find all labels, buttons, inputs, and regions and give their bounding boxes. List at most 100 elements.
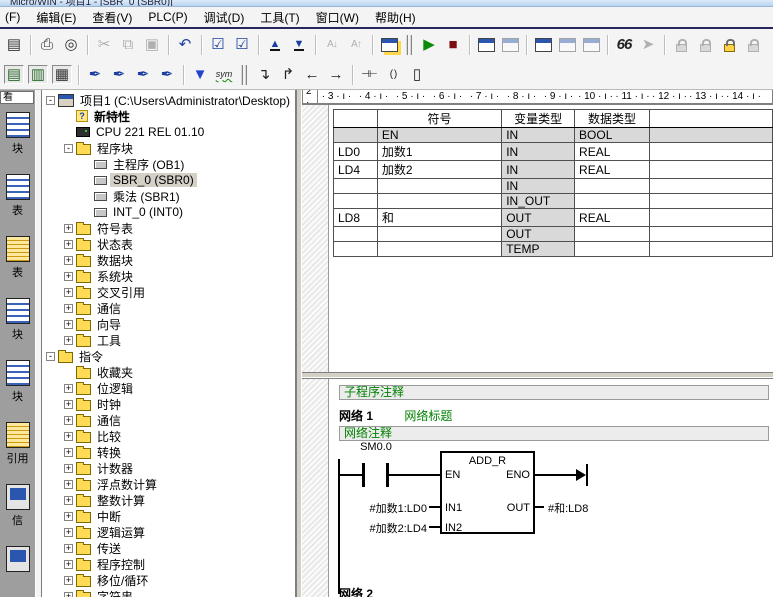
- tree-row-17[interactable]: 收藏夹: [42, 364, 295, 380]
- expand-toggle-icon[interactable]: +: [64, 528, 73, 537]
- bookmark-glasses-button[interactable]: 66: [612, 33, 636, 56]
- tree-row-12[interactable]: +交叉引用: [42, 284, 295, 300]
- tree-row-21[interactable]: +比较: [42, 428, 295, 444]
- chart-status-button[interactable]: [531, 33, 555, 56]
- tree-row-18[interactable]: +位逻辑: [42, 380, 295, 396]
- row-1-var-type-cell[interactable]: IN: [502, 143, 575, 161]
- expand-toggle-icon[interactable]: +: [64, 416, 73, 425]
- expand-toggle-icon[interactable]: +: [64, 256, 73, 265]
- row-7-symbol-cell[interactable]: [377, 242, 501, 257]
- subroutine-comment-bar[interactable]: 子程序注释: [339, 385, 769, 400]
- toggle-symbol-view-button[interactable]: sym: [212, 63, 236, 86]
- tree-row-30[interactable]: +移位/循环: [42, 572, 295, 588]
- expand-toggle-icon[interactable]: +: [64, 576, 73, 585]
- tree-row-7[interactable]: INT_0 (INT0): [42, 204, 295, 220]
- row-1-data-type-cell[interactable]: REAL: [575, 143, 650, 161]
- tree-row-2[interactable]: CPU 221 REL 01.10: [42, 124, 295, 140]
- table-row-gutter[interactable]: [302, 105, 329, 372]
- row-3-symbol-cell[interactable]: [377, 179, 501, 194]
- out-operand[interactable]: #和:LD8: [548, 500, 588, 516]
- collapse-toggle-icon[interactable]: -: [46, 352, 55, 361]
- line-right-button[interactable]: →: [324, 63, 348, 86]
- row-6-extra-cell[interactable]: [649, 227, 772, 242]
- menu-item-2[interactable]: 查看(V): [84, 7, 140, 28]
- tree-row-16[interactable]: -指令: [42, 348, 295, 364]
- line-down-button[interactable]: ↴: [252, 63, 276, 86]
- expand-toggle-icon[interactable]: +: [64, 592, 73, 597]
- expand-toggle-icon[interactable]: +: [64, 480, 73, 489]
- tree-row-15[interactable]: +工具: [42, 332, 295, 348]
- tree-row-20[interactable]: +通信: [42, 412, 295, 428]
- tree-row-1[interactable]: ?新特性: [42, 108, 295, 124]
- tree-row-24[interactable]: +浮点数计算: [42, 476, 295, 492]
- tree-row-9[interactable]: +状态表: [42, 236, 295, 252]
- undo-button[interactable]: ↶: [173, 33, 197, 56]
- view-bar-item-communication[interactable]: 信: [0, 480, 35, 542]
- in1-operand[interactable]: #加数1:LD0: [337, 500, 427, 516]
- insert-coil-button[interactable]: ( ): [381, 63, 405, 86]
- tree-row-8[interactable]: +符号表: [42, 220, 295, 236]
- network1-comment-bar[interactable]: 网络注释: [339, 426, 769, 441]
- row-4-data-type-cell[interactable]: [575, 194, 650, 209]
- download-button[interactable]: ▼: [287, 33, 311, 56]
- tree-row-10[interactable]: +数据块: [42, 252, 295, 268]
- view-bar-item-program-block[interactable]: 块: [0, 108, 35, 170]
- ladder-row-gutter[interactable]: [302, 379, 329, 597]
- options-button[interactable]: [377, 33, 401, 56]
- contact-operand[interactable]: SM0.0: [351, 441, 401, 453]
- row-3-addr-cell[interactable]: [334, 179, 378, 194]
- row-5-var-type-cell[interactable]: OUT: [502, 209, 575, 227]
- pen-prev-button[interactable]: ✒: [131, 63, 155, 86]
- row-6-symbol-cell[interactable]: [377, 227, 501, 242]
- expand-toggle-icon[interactable]: +: [64, 544, 73, 553]
- line-left-button[interactable]: ←: [300, 63, 324, 86]
- menu-item-0[interactable]: (F): [2, 8, 28, 26]
- row-1-symbol-cell[interactable]: 加数1: [377, 143, 501, 161]
- row-2-extra-cell[interactable]: [649, 161, 772, 179]
- run-button[interactable]: ▶: [417, 33, 441, 56]
- row-0-symbol-cell[interactable]: EN: [377, 128, 501, 143]
- row-7-data-type-cell[interactable]: [575, 242, 650, 257]
- menu-item-6[interactable]: 窗口(W): [308, 7, 367, 28]
- view-symbol-table-button[interactable]: ▤: [2, 63, 26, 86]
- row-6-data-type-cell[interactable]: [575, 227, 650, 242]
- row-4-addr-cell[interactable]: [334, 194, 378, 209]
- open-project-button[interactable]: ▤: [2, 33, 26, 56]
- row-1-extra-cell[interactable]: [649, 143, 772, 161]
- compile-all-button[interactable]: ☑: [230, 33, 254, 56]
- expand-toggle-icon[interactable]: +: [64, 496, 73, 505]
- tree-row-6[interactable]: 乘法 (SBR1): [42, 188, 295, 204]
- expand-toggle-icon[interactable]: +: [64, 320, 73, 329]
- in2-operand[interactable]: #加数2:LD4: [337, 520, 427, 536]
- collapse-toggle-icon[interactable]: -: [46, 96, 55, 105]
- row-6-var-type-cell[interactable]: OUT: [502, 227, 575, 242]
- tree-row-23[interactable]: +计数器: [42, 460, 295, 476]
- row-6-addr-cell[interactable]: [334, 227, 378, 242]
- collapse-toggle-icon[interactable]: -: [64, 144, 73, 153]
- compile-button[interactable]: ☑: [206, 33, 230, 56]
- row-7-addr-cell[interactable]: [334, 242, 378, 257]
- tree-row-4[interactable]: 主程序 (OB1): [42, 156, 295, 172]
- tree-row-5[interactable]: SBR_0 (SBR0): [42, 172, 295, 188]
- expand-toggle-icon[interactable]: +: [64, 400, 73, 409]
- row-0-addr-cell[interactable]: [334, 128, 378, 143]
- row-5-data-type-cell[interactable]: REAL: [575, 209, 650, 227]
- contact-bar-left[interactable]: [362, 463, 365, 487]
- stop-button[interactable]: ■: [441, 33, 465, 56]
- tree-row-3[interactable]: -程序块: [42, 140, 295, 156]
- tree-row-31[interactable]: +字符串: [42, 588, 295, 597]
- menu-item-5[interactable]: 工具(T): [252, 7, 307, 28]
- view-bar-item-data-block[interactable]: 块: [0, 294, 35, 356]
- tree-row-13[interactable]: +通信: [42, 300, 295, 316]
- row-2-symbol-cell[interactable]: 加数2: [377, 161, 501, 179]
- view-grid-button[interactable]: ▦: [50, 63, 74, 86]
- pen-next-button[interactable]: ✒: [107, 63, 131, 86]
- row-3-var-type-cell[interactable]: IN: [502, 179, 575, 194]
- menu-item-7[interactable]: 帮助(H): [367, 7, 424, 28]
- print-preview-button[interactable]: ◎: [59, 33, 83, 56]
- print-button[interactable]: ⎙: [35, 33, 59, 56]
- lock-password-button[interactable]: [717, 33, 741, 56]
- row-2-var-type-cell[interactable]: IN: [502, 161, 575, 179]
- tree-row-28[interactable]: +传送: [42, 540, 295, 556]
- row-7-var-type-cell[interactable]: TEMP: [502, 242, 575, 257]
